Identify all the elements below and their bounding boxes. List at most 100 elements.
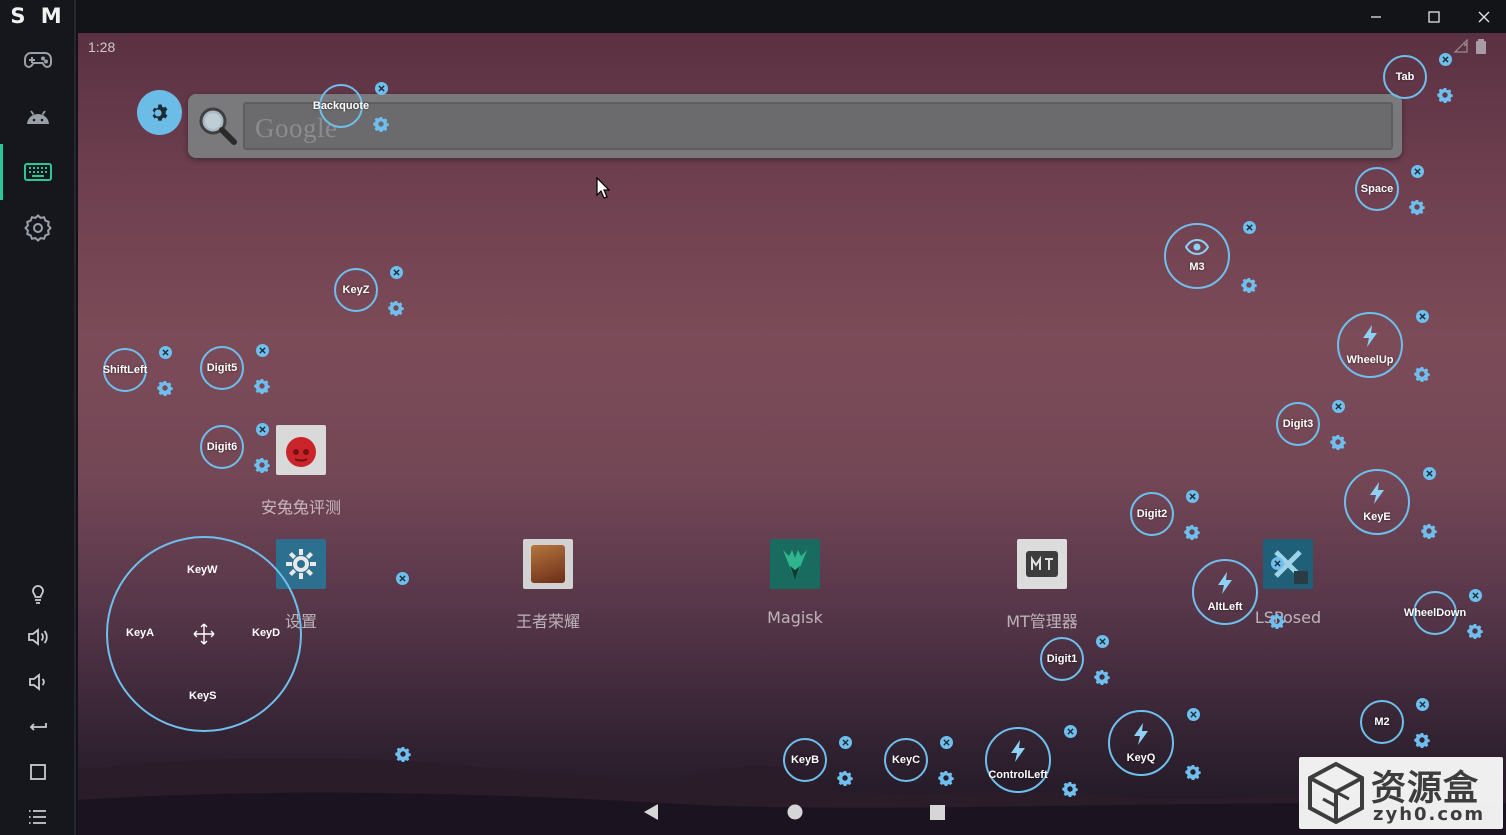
menu-list-icon[interactable] (0, 795, 76, 835)
keymap-delete-icon[interactable] (256, 344, 269, 357)
keymap-button-m2[interactable]: M2 (1360, 700, 1404, 744)
keymap-settings-icon[interactable] (1409, 199, 1425, 215)
keymap-settings-icon[interactable] (1437, 87, 1453, 103)
app-label: 安兔兔评测 (260, 498, 341, 517)
keymap-settings-icon[interactable] (1241, 277, 1257, 293)
minimize-icon[interactable] (1363, 4, 1389, 30)
keymap-delete-icon[interactable] (256, 423, 269, 436)
cube-logo-icon (1308, 761, 1364, 825)
app-mt-manager[interactable]: MT管理器 (962, 539, 1122, 632)
dpad-delete-icon[interactable] (396, 572, 409, 585)
mouse-cursor-icon (596, 177, 610, 199)
keymap-button-keyq[interactable]: KeyQ (1108, 710, 1174, 776)
keymap-label: KeyE (1363, 511, 1391, 523)
settings-fab[interactable] (137, 90, 182, 135)
keymap-delete-icon[interactable] (1469, 589, 1482, 602)
keymap-button-wheeldown[interactable]: WheelDown (1404, 591, 1466, 635)
keymap-button-digit3[interactable]: Digit3 (1276, 402, 1320, 446)
keymap-settings-icon[interactable] (938, 770, 954, 786)
keymap-button-space[interactable]: Space (1355, 167, 1399, 211)
keymap-settings-icon[interactable] (1421, 523, 1437, 539)
keymap-button-digit6[interactable]: Digit6 (200, 425, 244, 469)
dpad-right-label: KeyD (252, 627, 281, 639)
dpad-settings-icon[interactable] (395, 746, 411, 762)
app-magisk[interactable]: Magisk (715, 539, 875, 627)
search-input[interactable]: Google (243, 102, 1393, 150)
keymap-settings-icon[interactable] (254, 378, 270, 394)
keymap-delete-icon[interactable] (1064, 725, 1077, 738)
keymap-delete-icon[interactable] (1186, 490, 1199, 503)
keymap-delete-icon[interactable] (839, 736, 852, 749)
keymap-button-keyb[interactable]: KeyB (783, 738, 827, 782)
keymap-settings-icon[interactable] (1184, 524, 1200, 540)
home-circle-icon[interactable] (787, 804, 803, 820)
keymap-delete-icon[interactable] (390, 266, 403, 279)
keymap-button-digit1[interactable]: Digit1 (1040, 637, 1084, 681)
back-triangle-icon[interactable] (643, 803, 659, 821)
app-label: 王者荣耀 (515, 612, 580, 631)
keymap-delete-icon[interactable] (1411, 165, 1424, 178)
dpad-up-label: KeyW (187, 564, 218, 576)
keymap-button-keyc[interactable]: KeyC (884, 738, 928, 782)
keymap-button-tab[interactable]: Tab (1383, 55, 1427, 99)
keymap-delete-icon[interactable] (1416, 310, 1429, 323)
keymap-settings-icon[interactable] (1094, 669, 1110, 685)
keymap-button-controlleft[interactable]: ControlLeft (985, 727, 1051, 793)
close-icon[interactable] (1471, 4, 1497, 30)
volume-up-icon[interactable] (0, 615, 76, 659)
keymap-settings-icon[interactable] (1414, 732, 1430, 748)
keymap-delete-icon[interactable] (1187, 708, 1200, 721)
keymap-settings-icon[interactable] (1269, 613, 1285, 629)
back-arrow-icon[interactable] (0, 705, 76, 749)
keymap-delete-icon[interactable] (1271, 557, 1284, 570)
app-honor-of-kings[interactable]: 王者荣耀 (468, 539, 628, 632)
android-icon[interactable] (0, 95, 76, 139)
lightning-bolt-icon (1132, 722, 1150, 752)
keymap-settings-icon[interactable] (1185, 764, 1201, 780)
recents-square-icon[interactable] (930, 805, 945, 820)
keymap-button-keye[interactable]: KeyE (1344, 469, 1410, 535)
gamepad-icon[interactable] (0, 38, 76, 82)
settings-gear-icon[interactable] (0, 206, 76, 250)
mt-manager-icon (1017, 539, 1067, 589)
keymap-delete-icon[interactable] (159, 346, 172, 359)
volume-down-icon[interactable] (0, 660, 76, 704)
keymap-settings-icon[interactable] (373, 116, 389, 132)
keymap-delete-icon[interactable] (1423, 467, 1436, 480)
keymap-settings-icon[interactable] (1062, 781, 1078, 797)
keymap-button-m3[interactable]: M3 (1164, 223, 1230, 289)
keymap-settings-icon[interactable] (157, 380, 173, 396)
google-search-bar[interactable]: Google (188, 94, 1402, 158)
keymap-settings-icon[interactable] (254, 457, 270, 473)
keymap-button-digit5[interactable]: Digit5 (200, 346, 244, 390)
lightning-bolt-icon (1216, 571, 1234, 601)
keymap-delete-icon[interactable] (375, 82, 388, 95)
keyboard-icon[interactable] (0, 144, 76, 200)
keymap-delete-icon[interactable] (1243, 221, 1256, 234)
keymap-delete-icon[interactable] (1439, 53, 1452, 66)
app-antutu[interactable]: 安兔兔评测 (221, 425, 381, 518)
keymap-delete-icon[interactable] (1416, 698, 1429, 711)
maximize-icon[interactable] (1421, 4, 1447, 30)
keymap-button-digit2[interactable]: Digit2 (1130, 492, 1174, 536)
keymap-button-wheelup[interactable]: WheelUp (1337, 312, 1403, 378)
dpad-steering-wheel[interactable]: KeyW KeyA KeyD KeyS (106, 536, 302, 732)
keymap-settings-icon[interactable] (1414, 366, 1430, 382)
lightbulb-icon[interactable] (0, 570, 76, 614)
keymap-settings-icon[interactable] (1330, 434, 1346, 450)
keymap-delete-icon[interactable] (940, 736, 953, 749)
keymap-button-keyz[interactable]: KeyZ (334, 268, 378, 312)
sidebar: S M (0, 0, 76, 835)
keymap-label: Space (1360, 183, 1394, 195)
keymap-delete-icon[interactable] (1096, 635, 1109, 648)
keymap-settings-icon[interactable] (388, 300, 404, 316)
keymap-button-altleft[interactable]: AltLeft (1192, 559, 1258, 625)
keymap-settings-icon[interactable] (837, 770, 853, 786)
keymap-button-backquote[interactable]: Backquote (313, 84, 369, 128)
lightning-bolt-icon (1368, 481, 1386, 511)
square-icon[interactable] (0, 750, 76, 794)
keymap-settings-icon[interactable] (1467, 623, 1483, 639)
keymap-button-shiftleft[interactable]: ShiftLeft (103, 348, 147, 392)
status-time: 1:28 (88, 39, 116, 55)
keymap-delete-icon[interactable] (1332, 400, 1345, 413)
